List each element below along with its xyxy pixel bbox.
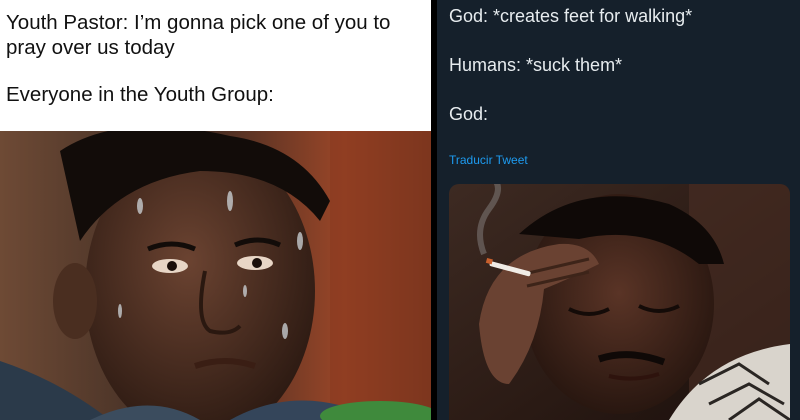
- tweet-line-humans: Humans: *suck them*: [449, 55, 623, 75]
- meme-collage: Youth Pastor: I’m gonna pick one of you …: [0, 0, 800, 420]
- tweet-panel: God: *creates feet for walking* Humans: …: [437, 0, 800, 420]
- tweet-line-god-creates: God: *creates feet for walking*: [449, 6, 693, 26]
- translate-tweet-link[interactable]: Traducir Tweet: [449, 153, 528, 167]
- caption-line-group: Everyone in the Youth Group:: [6, 83, 274, 106]
- sweating-man-photo: [0, 131, 431, 420]
- caption-line-pastor: Youth Pastor: I’m gonna pick one of you …: [6, 11, 391, 59]
- tweet-line-god: God:: [449, 104, 489, 124]
- left-meme-caption: Youth Pastor: I’m gonna pick one of you …: [6, 10, 426, 129]
- tweet-text: God: *creates feet for walking* Humans: …: [449, 5, 789, 152]
- left-meme-panel: Youth Pastor: I’m gonna pick one of you …: [0, 0, 431, 420]
- crying-smoking-man-photo: [449, 184, 790, 420]
